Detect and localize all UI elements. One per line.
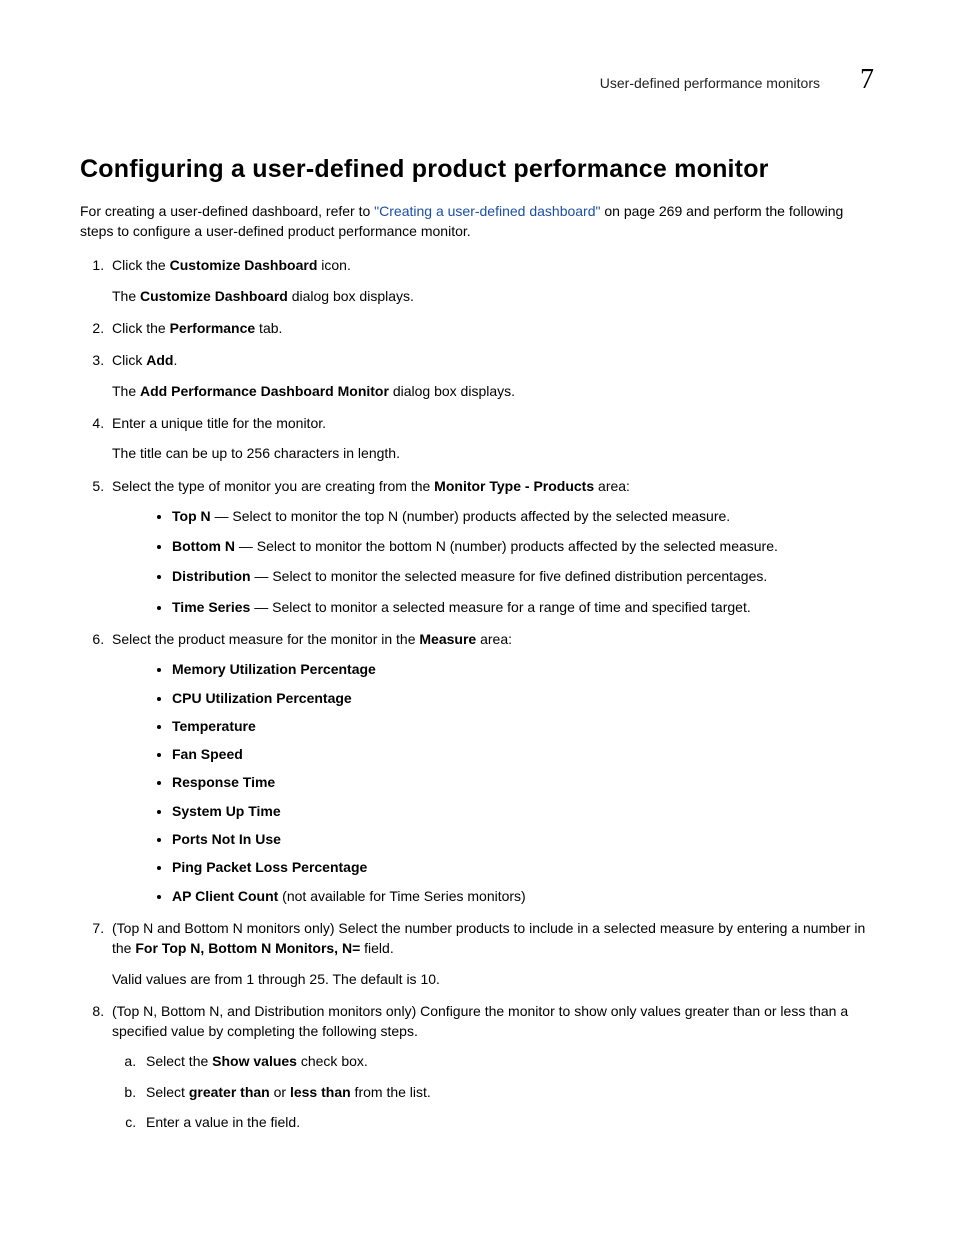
- step-7-note: Valid values are from 1 through 25. The …: [112, 969, 874, 989]
- list-item: Ports Not In Use: [172, 829, 874, 849]
- step-6: Select the product measure for the monit…: [108, 629, 874, 906]
- step-2-text: Click the Performance tab.: [112, 318, 874, 338]
- content-body: Configuring a user-defined product perfo…: [80, 151, 874, 1133]
- crossref-link[interactable]: "Creating a user-defined dashboard": [374, 203, 600, 219]
- list-item: Bottom N — Select to monitor the bottom …: [172, 536, 874, 556]
- list-item: System Up Time: [172, 801, 874, 821]
- step-3-text: Click Add.: [112, 350, 874, 370]
- step-3-note: The Add Performance Dashboard Monitor di…: [112, 381, 874, 401]
- steps-list: Click the Customize Dashboard icon. The …: [80, 255, 874, 1132]
- monitor-types-list: Top N — Select to monitor the top N (num…: [112, 506, 874, 617]
- step-7-text: (Top N and Bottom N monitors only) Selec…: [112, 918, 874, 959]
- list-item: Temperature: [172, 716, 874, 736]
- step-5: Select the type of monitor you are creat…: [108, 476, 874, 617]
- performance-tab-label: Performance: [170, 320, 256, 336]
- step-4-note: The title can be up to 256 characters in…: [112, 443, 874, 463]
- step-1-note: The Customize Dashboard dialog box displ…: [112, 286, 874, 306]
- list-item: Response Time: [172, 772, 874, 792]
- step-1: Click the Customize Dashboard icon. The …: [108, 255, 874, 306]
- page-title: Configuring a user-defined product perfo…: [80, 151, 874, 187]
- page-header: User-defined performance monitors 7: [80, 60, 874, 101]
- list-item: Fan Speed: [172, 744, 874, 764]
- step-8-substeps: Select the Show values check box. Select…: [112, 1051, 874, 1132]
- step-8-text: (Top N, Bottom N, and Distribution monit…: [112, 1001, 874, 1042]
- intro-text-pre: For creating a user-defined dashboard, r…: [80, 203, 374, 219]
- list-item: Memory Utilization Percentage: [172, 659, 874, 679]
- list-item: Ping Packet Loss Percentage: [172, 857, 874, 877]
- substep-a: Select the Show values check box.: [140, 1051, 874, 1071]
- step-1-text: Click the Customize Dashboard icon.: [112, 255, 874, 275]
- step-4: Enter a unique title for the monitor. Th…: [108, 413, 874, 464]
- list-item: Top N — Select to monitor the top N (num…: [172, 506, 874, 526]
- intro-paragraph: For creating a user-defined dashboard, r…: [80, 201, 874, 242]
- n-field-label: For Top N, Bottom N Monitors, N=: [135, 940, 360, 956]
- customize-dashboard-label: Customize Dashboard: [170, 257, 318, 273]
- header-section-label: User-defined performance monitors: [600, 73, 820, 93]
- list-item: Distribution — Select to monitor the sel…: [172, 566, 874, 586]
- step-8: (Top N, Bottom N, and Distribution monit…: [108, 1001, 874, 1132]
- add-label: Add: [146, 352, 173, 368]
- step-2: Click the Performance tab.: [108, 318, 874, 338]
- substep-c: Enter a value in the field.: [140, 1112, 874, 1132]
- monitor-type-label: Monitor Type - Products: [434, 478, 594, 494]
- chapter-number: 7: [860, 60, 874, 101]
- list-item: CPU Utilization Percentage: [172, 688, 874, 708]
- measures-list: Memory Utilization Percentage CPU Utiliz…: [112, 659, 874, 906]
- step-4-text: Enter a unique title for the monitor.: [112, 413, 874, 433]
- step-3: Click Add. The Add Performance Dashboard…: [108, 350, 874, 401]
- list-item: AP Client Count (not available for Time …: [172, 886, 874, 906]
- substep-b: Select greater than or less than from th…: [140, 1082, 874, 1102]
- step-7: (Top N and Bottom N monitors only) Selec…: [108, 918, 874, 989]
- list-item: Time Series — Select to monitor a select…: [172, 597, 874, 617]
- step-6-text: Select the product measure for the monit…: [112, 629, 874, 649]
- measure-label: Measure: [419, 631, 476, 647]
- step-5-text: Select the type of monitor you are creat…: [112, 476, 874, 496]
